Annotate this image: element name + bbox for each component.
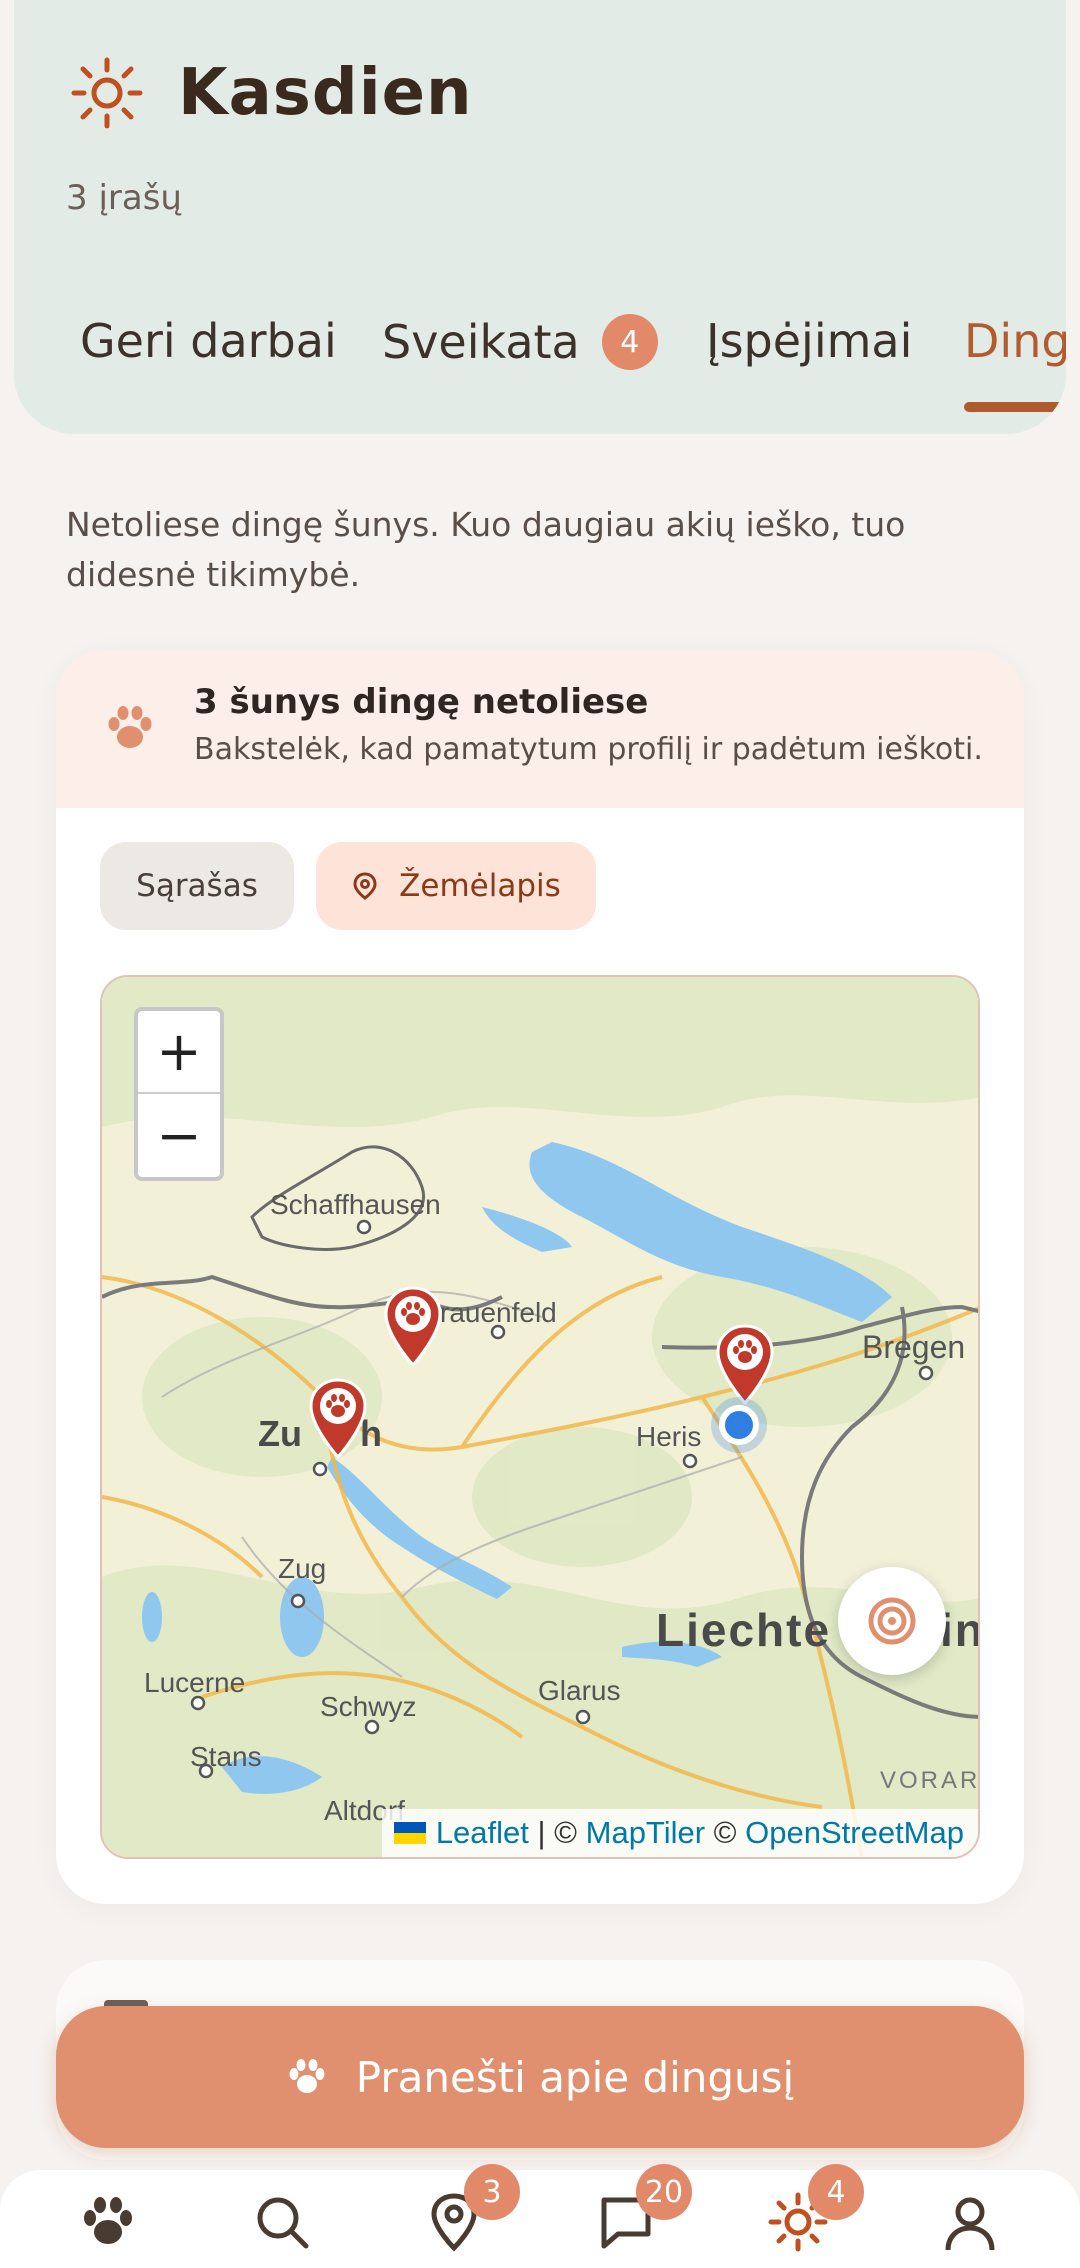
map-tiles: [102, 977, 978, 1857]
page-title: Kasdien: [178, 56, 473, 130]
category-tabs: Geri darbai Sveikata 4 Įspėjimai Ding: [14, 300, 1066, 412]
map-label-glarus: Glarus: [538, 1675, 621, 1706]
zoom-controls: + −: [134, 1007, 224, 1181]
map-label-vorarlberg: VORAR: [880, 1767, 980, 1794]
user-location-marker: [719, 1405, 759, 1445]
intro-text: Netoliese dingę šunys. Kuo daugiau akių …: [66, 505, 906, 594]
lost-dog-pin-herisau[interactable]: [714, 1323, 776, 1405]
map-view-button[interactable]: Žemėlapis: [316, 842, 596, 930]
banner-title: 3 šunys dingę netoliese: [194, 682, 649, 722]
report-button-label: Pranešti apie dingusį: [355, 2052, 795, 2102]
paw-icon: [289, 2059, 325, 2093]
tab-label: Sveikata: [382, 315, 580, 369]
tab-good-deeds[interactable]: Geri darbai: [80, 314, 337, 368]
location-pin-icon: [353, 872, 377, 900]
zoom-out-button[interactable]: −: [138, 1094, 220, 1177]
attribution-sep: ©: [705, 1815, 746, 1850]
tab-label: Geri darbai: [80, 314, 337, 368]
nav-profile[interactable]: [940, 2192, 1004, 2256]
tab-warnings[interactable]: Įspėjimai: [706, 314, 912, 368]
locate-me-button[interactable]: [838, 1567, 946, 1675]
daily-header: Kasdien 3 įrašų Geri darbai Sveikata 4 Į…: [14, 0, 1066, 434]
leaflet-link[interactable]: Leaflet: [436, 1815, 529, 1851]
list-view-button[interactable]: Sąrašas: [100, 842, 294, 930]
map-label-herisau: Heris: [636, 1421, 702, 1452]
tab-badge: 4: [601, 314, 658, 370]
search-icon: [257, 2197, 309, 2249]
tab-lost[interactable]: Ding: [964, 314, 1066, 368]
nav-badge: 20: [636, 2164, 692, 2220]
banner-subtitle: Bakstelėk, kad pamatytum profilį ir padė…: [194, 732, 983, 767]
map-label-stans: Stans: [190, 1741, 262, 1772]
nav-map[interactable]: 3: [424, 2164, 520, 2256]
ukraine-flag-icon: [393, 1822, 426, 1844]
nav-messages[interactable]: 20: [596, 2164, 692, 2256]
title-row: Kasdien: [70, 56, 473, 130]
sun-icon: [71, 57, 143, 129]
map-label-liechtenstein-tail: in: [940, 1604, 978, 1656]
lost-dogs-card: 3 šunys dingę netoliese Bakstelėk, kad p…: [56, 650, 1024, 1904]
paw-icon: [108, 706, 152, 748]
map-label-zug: Zug: [278, 1553, 327, 1584]
map-label-schwyz: Schwyz: [320, 1691, 417, 1722]
attribution-sep: | ©: [528, 1815, 586, 1850]
map-attribution: Leaflet | © MapTiler © OpenStreetMap: [381, 1809, 978, 1857]
bottom-nav: 3 20 4: [0, 2164, 1080, 2268]
tab-label: Ding: [964, 314, 1066, 368]
nav-badge: 4: [808, 2164, 864, 2220]
map-label-schaffhausen: Schaffhausen: [270, 1189, 441, 1220]
entry-count: 3 įrašų: [66, 178, 182, 218]
nav-daily[interactable]: 4: [768, 2164, 864, 2256]
target-icon: [868, 1597, 916, 1645]
map-label-frauenfeld: rauenfeld: [440, 1297, 557, 1328]
nav-home[interactable]: [78, 2192, 142, 2256]
zoom-in-button[interactable]: +: [138, 1011, 220, 1094]
osm-link[interactable]: OpenStreetMap: [745, 1815, 964, 1851]
map-label-zurich: Zu: [258, 1413, 302, 1454]
lost-dogs-map[interactable]: + − Schaffhausen rauenfeld Bregen Zu h H…: [100, 975, 980, 1859]
maptiler-link[interactable]: MapTiler: [586, 1815, 705, 1851]
map-view-label: Žemėlapis: [399, 868, 561, 904]
tab-label: Įspėjimai: [706, 314, 913, 368]
nav-search[interactable]: [252, 2192, 316, 2256]
paw-icon: [84, 2197, 132, 2244]
map-label-lucerne: Lucerne: [144, 1667, 246, 1698]
map-label-liechtenstein: Liechte: [656, 1604, 832, 1656]
lost-dogs-banner[interactable]: 3 šunys dingę netoliese Bakstelėk, kad p…: [56, 650, 1024, 808]
lost-dog-pin-frauenfeld[interactable]: [382, 1285, 444, 1367]
tab-health[interactable]: Sveikata 4: [382, 314, 658, 370]
map-label-bregenz: Bregen: [862, 1329, 966, 1365]
active-tab-indicator: [964, 402, 1066, 412]
list-view-label: Sąrašas: [136, 868, 258, 904]
lost-dog-pin-zurich[interactable]: [307, 1377, 369, 1459]
profile-icon: [945, 2197, 995, 2251]
nav-badge: 3: [464, 2164, 520, 2220]
report-lost-dog-button[interactable]: Pranešti apie dingusį: [56, 2006, 1024, 2148]
